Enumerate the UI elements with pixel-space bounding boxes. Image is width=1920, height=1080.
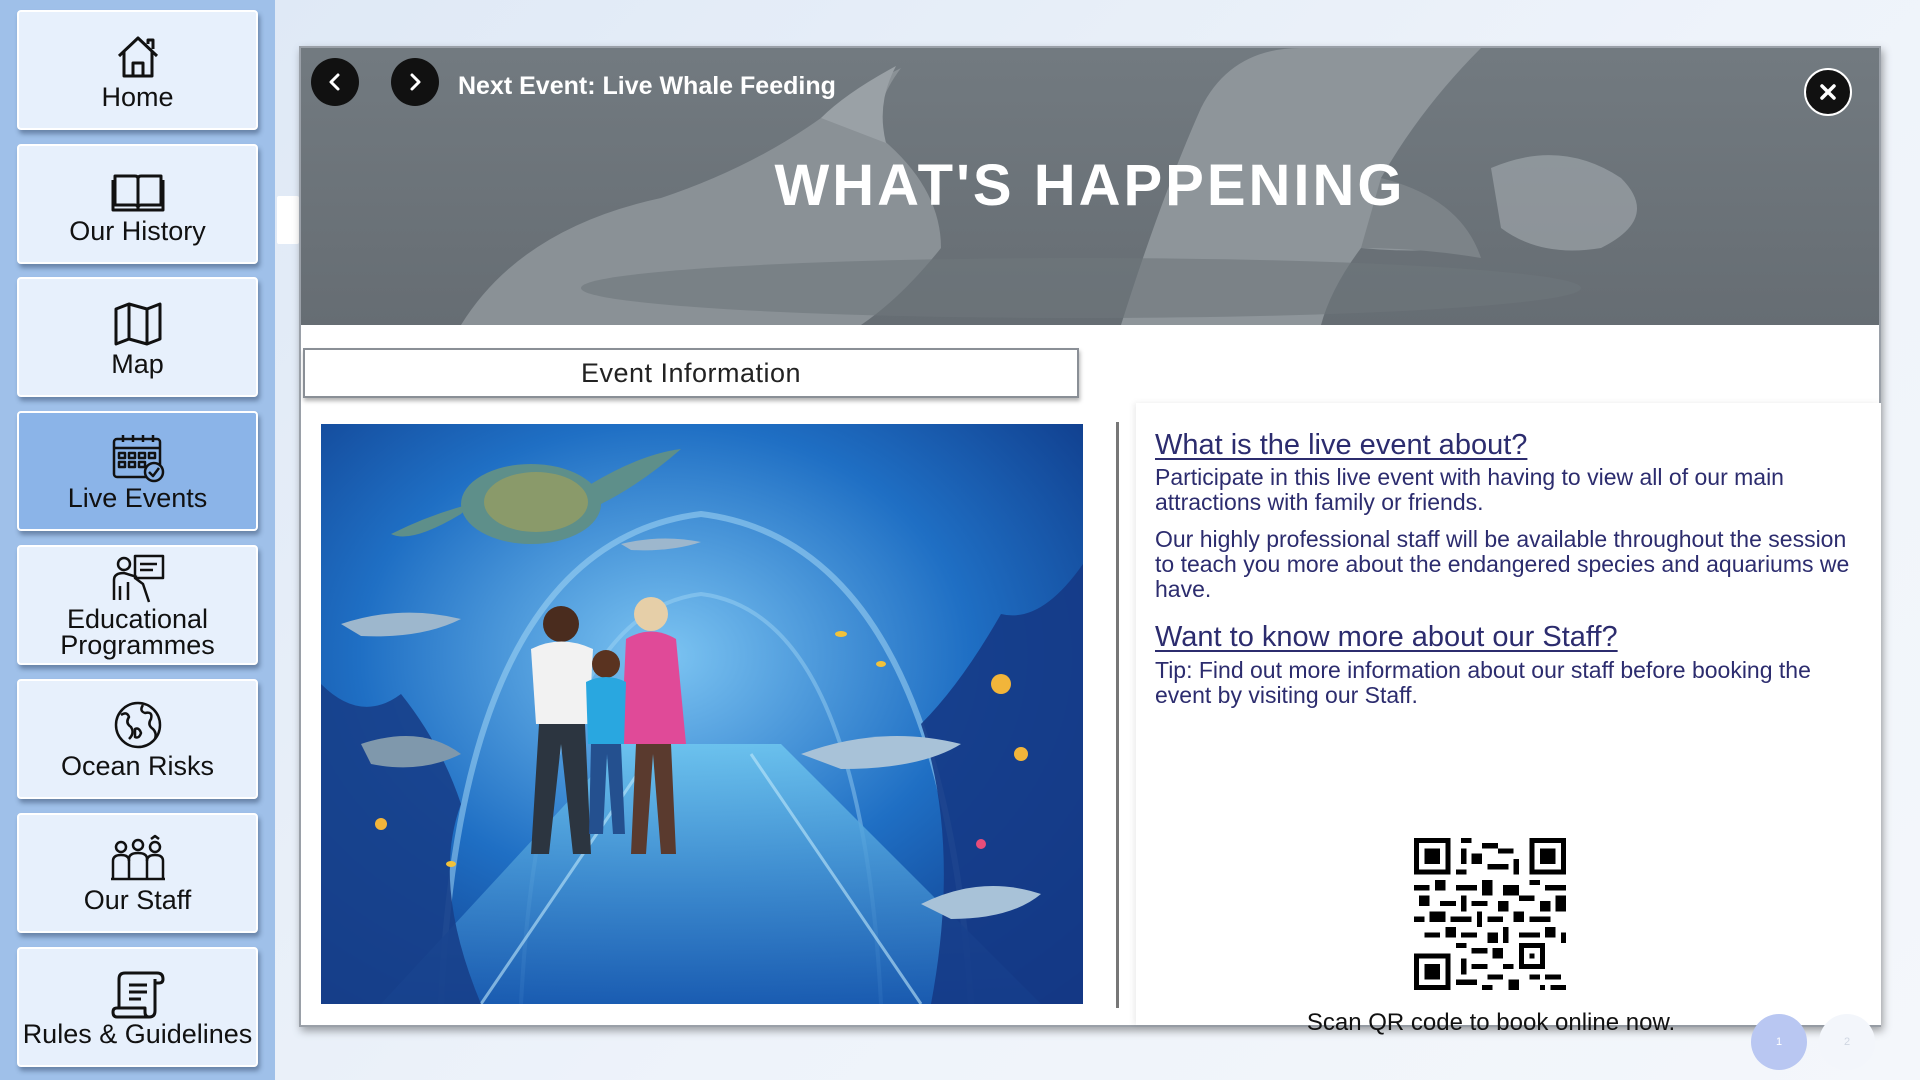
sidebar-item-label: Map (111, 349, 164, 379)
sidebar-item-educational-programmes[interactable]: Educational Programmes (17, 545, 258, 665)
next-button[interactable] (391, 58, 439, 106)
live-event-description: Participate in this live event with havi… (1155, 464, 1784, 515)
qr-code[interactable] (1414, 838, 1566, 990)
sidebar-item-label: Educational Programmes (60, 604, 215, 660)
aquarium-tunnel-image (321, 424, 1083, 1004)
content-divider (1116, 422, 1119, 1008)
sidebar-item-live-events[interactable]: Live Events (17, 411, 258, 531)
sidebar-item-label: Ocean Risks (60, 751, 215, 781)
chevron-left-icon (329, 73, 340, 91)
page-title: WHAT'S HAPPENING (774, 153, 1406, 218)
sidebar-item-label: Rules & Guidelines (22, 1019, 253, 1049)
sidebar-item-our-staff[interactable]: Our Staff (17, 813, 258, 933)
previous-button[interactable] (311, 58, 359, 106)
sidebar-item-map[interactable]: Map (17, 277, 258, 397)
banner: Next Event: Live Whale Feeding WHAT'S HA… (301, 48, 1879, 325)
tab-event-information[interactable]: Event Information (303, 348, 1079, 398)
home-icon (117, 36, 158, 78)
live-event-about-heading[interactable]: What is the live event about? (1155, 429, 1527, 462)
scan-qr-instruction: Scan QR code to book online now. (1306, 1009, 1676, 1036)
staff-availability-text: Our highly professional staff will be av… (1155, 526, 1850, 602)
scroll-icon (111, 971, 164, 1019)
next-event-label: Next Event: Live Whale Feeding (458, 72, 836, 100)
page-dot-1[interactable]: 1 (1751, 1014, 1807, 1070)
staff-group-icon (110, 834, 165, 881)
staff-info-heading[interactable]: Want to know more about our Staff? (1155, 621, 1618, 654)
page-number: 1 (1775, 1036, 1783, 1048)
sidebar: Home Our History Map Live Events Educati… (0, 0, 275, 1080)
sidebar-item-ocean-risks[interactable]: Ocean Risks (17, 679, 258, 799)
book-icon (111, 174, 164, 212)
event-panel: Next Event: Live Whale Feeding WHAT'S HA… (299, 46, 1881, 1036)
map-icon (114, 302, 161, 346)
teacher-board-icon (112, 554, 164, 603)
page-number: 2 (1843, 1036, 1851, 1048)
page-dot-2[interactable]: 2 (1819, 1014, 1875, 1070)
event-info-card: What is the live event about? Participat… (1136, 403, 1881, 1036)
sidebar-item-label: Our History (69, 216, 206, 246)
sidebar-item-label: Our Staff (83, 885, 192, 915)
sidebar-item-our-history[interactable]: Our History (17, 144, 258, 264)
chevron-right-icon (410, 73, 421, 91)
sidebar-item-label: Live Events (67, 483, 208, 513)
sidebar-item-label: Home (101, 82, 174, 112)
sidebar-item-rules-guidelines[interactable]: Rules & Guidelines (17, 947, 258, 1067)
close-icon (1820, 84, 1836, 100)
globe-icon (114, 701, 161, 749)
close-button[interactable] (1804, 68, 1852, 116)
calendar-check-icon (112, 435, 164, 483)
staff-tip-text: Tip: Find out more information about our… (1155, 657, 1811, 708)
sidebar-handle[interactable] (277, 196, 299, 244)
sidebar-item-home[interactable]: Home (17, 10, 258, 130)
